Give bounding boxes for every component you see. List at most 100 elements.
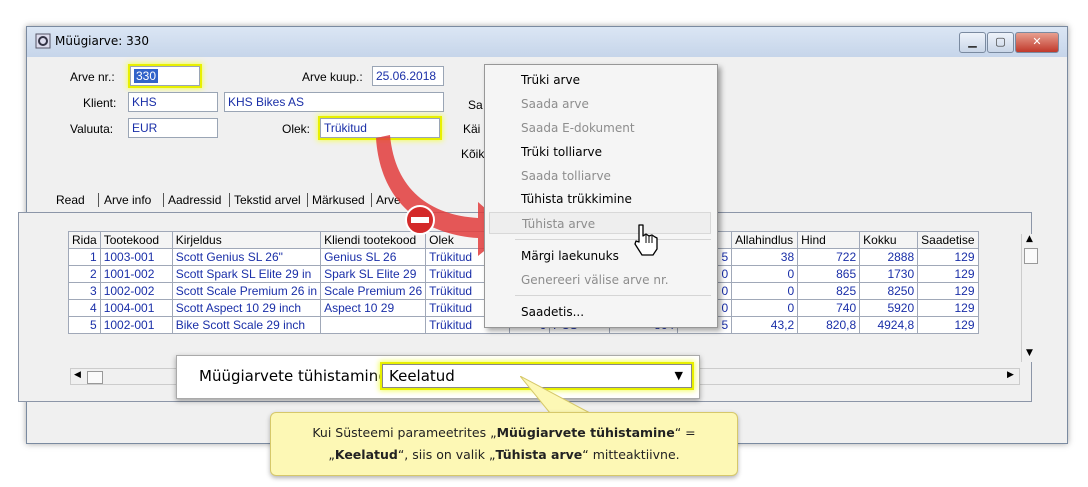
callout-text: Kui Süsteemi parameetrites „: [312, 425, 497, 440]
invoice-number-field[interactable]: 330: [130, 66, 200, 86]
cell[interactable]: Scott Spark SL Elite 29 in: [171, 265, 322, 283]
cell[interactable]: 129: [917, 248, 979, 266]
setting-label: Müügiarvete tühistamine:: [199, 367, 393, 385]
cell[interactable]: 820,8: [797, 316, 861, 334]
cell[interactable]: Aspect 10 29: [320, 299, 427, 317]
context-menu: Trüki arve Saada arve Saada E-dokument T…: [484, 64, 718, 328]
cell[interactable]: 1004-001: [99, 299, 173, 317]
explanation-callout: Kui Süsteemi parameetrites „Müügiarvete …: [270, 412, 738, 476]
tab-divider: [307, 193, 308, 207]
currency-label: Valuuta:: [70, 122, 114, 136]
cell[interactable]: 129: [917, 265, 979, 283]
tab-divider: [98, 193, 99, 207]
cell[interactable]: 2: [68, 265, 101, 283]
minimize-button[interactable]: ▁: [959, 32, 986, 53]
cell[interactable]: 722: [797, 248, 861, 266]
cell[interactable]: 38: [731, 248, 799, 266]
invoice-number-value: 330: [134, 69, 159, 83]
cell[interactable]: 1001-002: [99, 265, 173, 283]
menu-item-generate-external-number: Genereeri välise arve nr.: [521, 273, 669, 287]
menu-separator: [515, 239, 711, 240]
invoice-date-label: Arve kuup.:: [302, 70, 363, 84]
client-name-field[interactable]: KHS Bikes AS: [224, 92, 444, 112]
cell[interactable]: 2888: [859, 248, 919, 266]
col-header[interactable]: Kirjeldus: [171, 231, 322, 249]
menu-item-mark-paid[interactable]: Märgi laekunuks: [521, 249, 619, 263]
col-header[interactable]: Saadetise: [917, 231, 979, 249]
cut-label-1: Sa: [468, 98, 483, 112]
tab-invoice-texts[interactable]: Tekstid arvel: [234, 190, 301, 210]
cell[interactable]: 1002-001: [99, 316, 173, 334]
cell[interactable]: 8250: [859, 282, 919, 300]
menu-item-print-invoice[interactable]: Trüki arve: [521, 73, 580, 87]
cell[interactable]: 1730: [859, 265, 919, 283]
col-header[interactable]: Allahindlus: [731, 231, 799, 249]
menu-item-print-customs-invoice[interactable]: Trüki tolliarve: [521, 145, 602, 159]
cell[interactable]: 4: [68, 299, 101, 317]
menu-item-cancel-invoice: Tühista arve: [489, 212, 711, 234]
col-header[interactable]: Rida: [68, 231, 101, 249]
cell[interactable]: Scott Aspect 10 29 inch: [171, 299, 322, 317]
menu-separator: [515, 295, 711, 296]
scroll-right-icon[interactable]: ▶: [1007, 370, 1014, 380]
tab-invoice-info[interactable]: Arve info: [104, 190, 151, 210]
maximize-button[interactable]: ▢: [987, 32, 1014, 53]
callout-bold-text: Tühista arve: [495, 447, 583, 462]
cell[interactable]: 129: [917, 316, 979, 334]
close-button[interactable]: ✕: [1015, 32, 1059, 53]
cell[interactable]: Spark SL Elite 29: [320, 265, 427, 283]
scroll-thumb[interactable]: [87, 371, 103, 384]
menu-item-send-invoice: Saada arve: [521, 97, 589, 111]
app-icon: [35, 33, 51, 49]
cell[interactable]: 43,2: [731, 316, 799, 334]
setting-value: Keelatud: [389, 367, 455, 385]
tab-addresses[interactable]: Aadressid: [168, 190, 221, 210]
cell[interactable]: 740: [797, 299, 861, 317]
invoice-date-field[interactable]: 25.06.2018: [372, 66, 444, 86]
menu-item-cancel-printing[interactable]: Tühista trükkimine: [521, 192, 632, 206]
cell[interactable]: 0: [731, 282, 799, 300]
callout-pointer-icon: [520, 376, 591, 414]
cell[interactable]: 5: [68, 316, 101, 334]
cell[interactable]: 1: [68, 248, 101, 266]
cell[interactable]: 4924,8: [859, 316, 919, 334]
cancellation-setting-overlay: Müügiarvete tühistamine: Keelatud ▼: [176, 355, 700, 399]
cell[interactable]: 5920: [859, 299, 919, 317]
cell[interactable]: 129: [917, 299, 979, 317]
invoice-number-label: Arve nr.:: [70, 70, 115, 84]
vertical-scrollbar[interactable]: ▲ ▼: [1021, 234, 1039, 362]
scroll-thumb[interactable]: [1024, 248, 1038, 264]
chevron-down-icon[interactable]: ▼: [675, 369, 683, 382]
cell[interactable]: 865: [797, 265, 861, 283]
status-label: Olek:: [282, 122, 311, 136]
cell[interactable]: 129: [917, 282, 979, 300]
window-title: Müügiarve: 330: [55, 34, 150, 48]
hand-cursor-icon: [634, 224, 658, 256]
cell[interactable]: Bike Scott Scale 29 inch: [171, 316, 322, 334]
scroll-up-icon[interactable]: ▲: [1026, 234, 1033, 244]
menu-item-shipment[interactable]: Saadetis...: [521, 305, 584, 319]
cell[interactable]: Scott Scale Premium 26 in: [171, 282, 322, 300]
tab-notes[interactable]: Märkused: [312, 190, 365, 210]
cell[interactable]: 0: [731, 299, 799, 317]
tab-divider: [163, 193, 164, 207]
col-header[interactable]: Tootekood: [99, 231, 173, 249]
client-code-field[interactable]: KHS: [128, 92, 218, 112]
callout-bold-text: Keelatud: [334, 447, 398, 462]
cell[interactable]: 3: [68, 282, 101, 300]
no-entry-icon: [405, 205, 435, 235]
col-header[interactable]: Hind: [797, 231, 861, 249]
cell[interactable]: [320, 316, 427, 334]
scroll-down-icon[interactable]: ▼: [1026, 348, 1033, 358]
scroll-left-icon[interactable]: ◀: [74, 370, 81, 380]
callout-text: “, siis on valik „: [397, 447, 496, 462]
cell[interactable]: 825: [797, 282, 861, 300]
currency-field[interactable]: EUR: [128, 118, 218, 138]
cell[interactable]: Scale Premium 26: [320, 282, 427, 300]
cell[interactable]: 0: [731, 265, 799, 283]
cell[interactable]: 1002-002: [99, 282, 173, 300]
cell[interactable]: Scott Genius SL 26": [171, 248, 322, 266]
tab-read[interactable]: Read: [56, 190, 85, 210]
col-header[interactable]: Kokku: [859, 231, 919, 249]
cell[interactable]: 1003-001: [99, 248, 173, 266]
